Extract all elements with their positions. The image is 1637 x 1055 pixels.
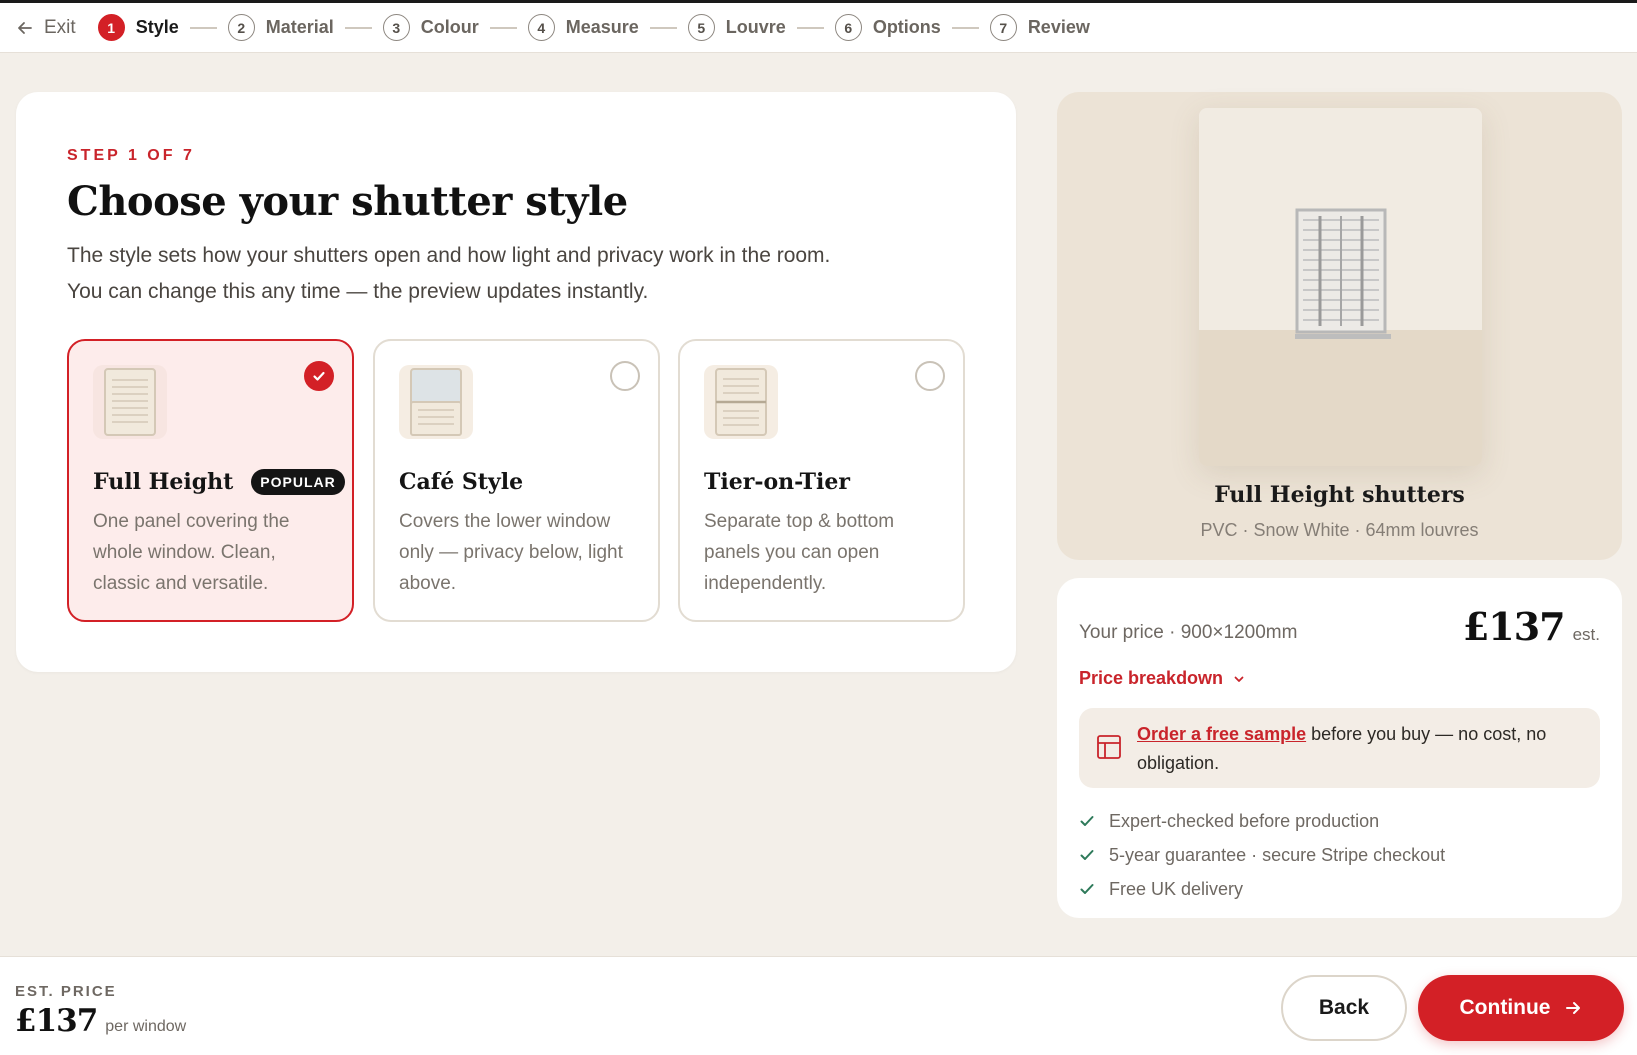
footer-per-window: per window [105,1018,187,1035]
unselected-radio-icon [915,361,945,391]
step-number: 7 [989,14,1017,41]
step-eyebrow: STEP 1 OF 7 [67,147,195,164]
preview-title: Full Height shutters [1214,482,1465,508]
option-description: Covers the lower window only — privacy b… [399,511,623,594]
option-title: Full Height POPULAR [93,469,345,495]
price-amount: £137 [1462,604,1566,649]
full-height-shutter-icon [93,365,167,439]
step-separator [344,26,372,29]
page-title: Choose your shutter style [67,178,628,225]
option-title-text: Tier-on-Tier [704,469,850,495]
option-cafe-style[interactable]: Café Style Covers the lower window only … [373,339,660,622]
option-full-height[interactable]: Full Height POPULAR One panel covering t… [67,339,354,622]
step-label: Review [1027,17,1090,37]
step-colour[interactable]: 3 Colour [382,14,479,41]
step-number: 2 [227,14,255,41]
step-number: 4 [527,14,555,41]
step-label: Material [265,17,334,37]
popular-badge: POPULAR [251,469,345,495]
step-label: Colour [420,17,479,37]
style-selection-card: STEP 1 OF 7 Choose your shutter style Th… [16,92,1016,672]
price-display: £137 est. [1463,604,1600,649]
step-separator [189,26,217,29]
step-progress: 1 Style 2 Material 3 Colour 4 Measure 5 … [97,14,1090,41]
step-label: Options [872,17,941,37]
top-navigation: Exit 1 Style 2 Material 3 Colour 4 Measu… [0,0,1637,53]
option-title-text: Full Height [93,469,234,495]
step-style[interactable]: 1 Style [97,14,179,41]
step-separator [951,26,979,29]
selected-check-icon [304,361,334,391]
room-illustration [1199,108,1482,466]
step-options[interactable]: 6 Options [834,14,941,41]
step-measure[interactable]: 4 Measure [527,14,639,41]
step-review[interactable]: 7 Review [989,14,1090,41]
benefit-text: Free UK delivery [1109,878,1244,899]
step-separator [796,26,824,29]
room-floor [1199,330,1482,466]
exit-button[interactable]: Exit [16,17,76,39]
page-subtitle: The style sets how your shutters open an… [67,244,831,303]
step-label: Louvre [725,17,786,37]
benefit-item: Expert-checked before production [1079,804,1445,838]
swatch-icon [1097,735,1121,759]
arrow-right-icon [1566,1002,1581,1014]
option-title: Café Style [399,469,523,495]
step-material[interactable]: 2 Material [227,14,334,41]
check-icon [1080,816,1094,826]
option-tier-on-tier[interactable]: Tier-on-Tier Separate top & bottom panel… [678,339,965,622]
option-description: Separate top & bottom panels you can ope… [704,511,895,594]
preview-subtitle: PVC · Snow White · 64mm louvres [1200,520,1479,540]
free-sample-text: Order a free sample before you buy — no … [1137,720,1582,778]
footer-price: £137 per window [15,1003,186,1039]
benefit-item: 5-year guarantee · secure Stripe checkou… [1079,838,1445,872]
step-separator [649,26,677,29]
tier-on-tier-shutter-icon [704,365,778,439]
footer-price-amount: £137 [15,1003,98,1039]
step-number: 5 [687,14,715,41]
option-title: Tier-on-Tier [704,469,850,495]
benefit-text: 5-year guarantee · secure Stripe checkou… [1109,844,1446,865]
chevron-down-icon [1234,676,1244,682]
step-separator [489,26,517,29]
unselected-radio-icon [610,361,640,391]
step-number: 3 [382,14,410,41]
step-label: Style [135,17,179,37]
step-label: Measure [565,17,639,37]
exit-label: Exit [44,16,76,38]
price-breakdown-label: Price breakdown [1079,668,1224,688]
price-label: Your price · 900×1200mm [1079,622,1298,643]
price-breakdown-toggle[interactable]: Price breakdown [1079,668,1245,689]
continue-label: Continue [1459,996,1551,1019]
check-icon [1080,850,1094,860]
cafe-style-shutter-icon [399,365,473,439]
benefit-item: Free UK delivery [1079,872,1445,906]
free-sample-notice: Order a free sample before you buy — no … [1079,708,1600,788]
order-free-sample-link[interactable]: Order a free sample [1137,724,1306,744]
step-number: 6 [834,14,862,41]
window-shutter-illustration [1295,208,1391,339]
benefits-list: Expert-checked before production 5-year … [1079,804,1445,906]
option-title-text: Café Style [399,469,524,495]
step-number: 1 [97,14,125,41]
bottom-action-bar: EST. PRICE £137 per window Back Continue [0,956,1637,1055]
est-price-label: EST. PRICE [15,983,117,1000]
step-louvre[interactable]: 5 Louvre [687,14,786,41]
continue-button[interactable]: Continue [1418,975,1624,1041]
check-icon [1080,884,1094,894]
option-description: One panel covering the whole window. Cle… [93,511,290,594]
arrow-left-icon [18,21,32,34]
price-card: Your price · 900×1200mm £137 est. Price … [1057,578,1622,918]
shutter-preview: Full Height shutters PVC · Snow White · … [1057,92,1622,560]
back-button[interactable]: Back [1281,975,1407,1041]
benefit-text: Expert-checked before production [1109,810,1380,831]
price-est-label: est. [1572,625,1600,644]
